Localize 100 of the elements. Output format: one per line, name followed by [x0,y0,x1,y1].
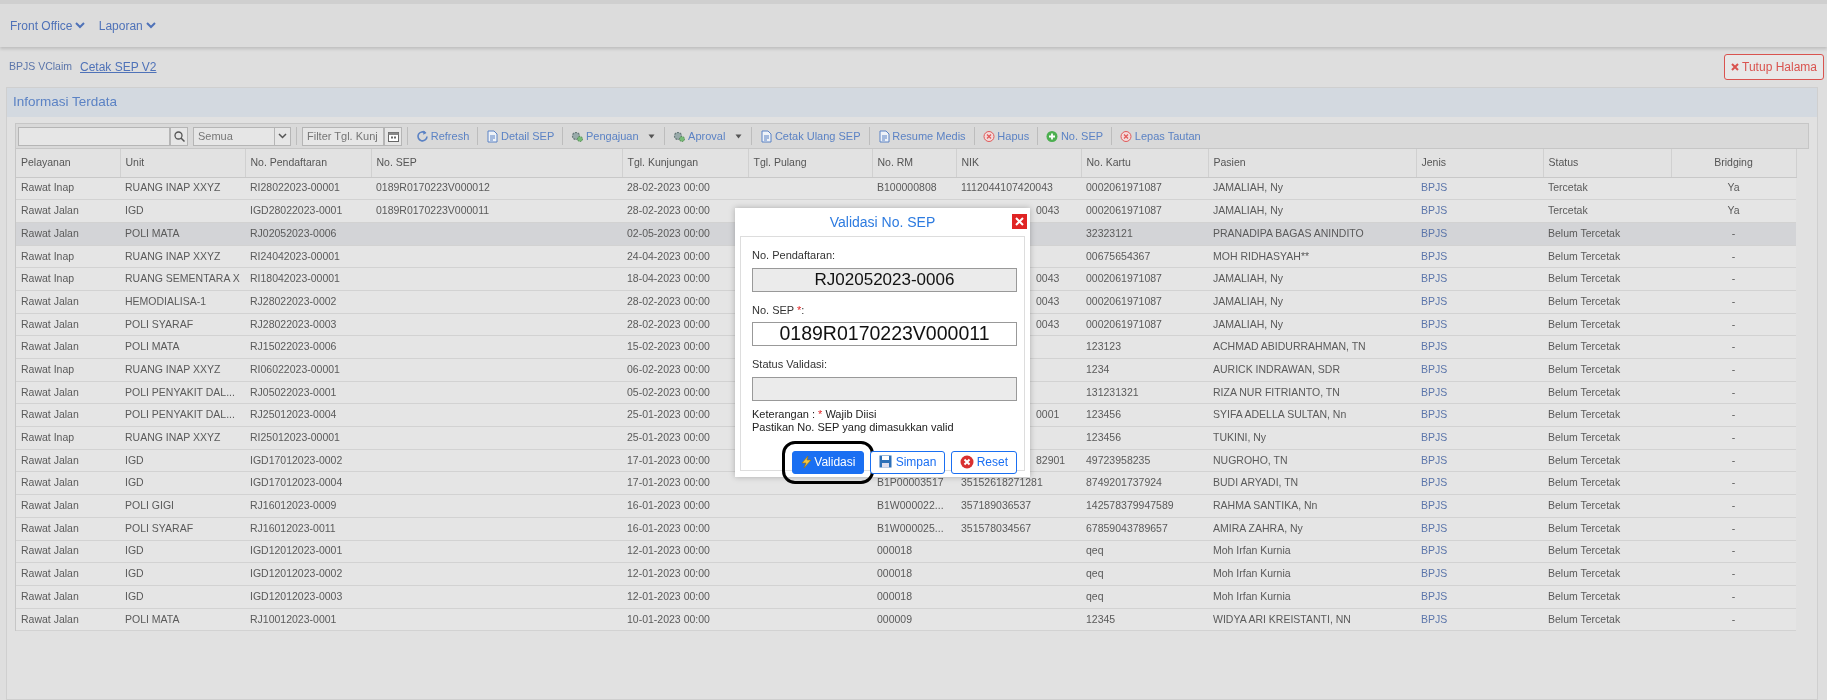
filter-dropdown[interactable]: Semua [193,126,291,146]
input-field[interactable]: 0189R0170223V000011 [752,322,1017,346]
note-text: Pastikan No. SEP yang dimasukkan valid [752,420,955,434]
close-page-button[interactable]: Tutup Halama [1724,54,1824,80]
table-cell: POLI PENYAKIT DAL... [120,403,245,427]
table-cell: RUANG INAP XXYZ [120,177,245,200]
tab[interactable]: Cetak SEP V2 [76,58,161,76]
table-cell: Belum Tercetak [1543,494,1671,518]
table-cell: 357189036537 [956,494,1081,518]
table-cell: RI24042023-00001 [245,245,371,268]
table-cell: IGD [120,471,245,495]
column-header[interactable]: Tgl. Kunjungan [622,149,748,177]
dialog-button[interactable]: Reset [950,450,1017,474]
chevron-down-icon [278,133,287,139]
table-cell: RUANG INAP XXYZ [120,358,245,382]
table-cell: Rawat Inap [16,358,120,382]
table-cell: IGD12012023-0002 [245,562,371,586]
table-row[interactable]: Rawat Jalan IGD IGD12012023-0001 12-01-2023 00:00 000018 qeq Moh Irfan Kurnia BPJS Belum Tercetak - [16,540,1796,563]
lightning-icon [800,456,812,468]
table-cell: Moh Irfan Kurnia [1208,562,1416,586]
table-cell: BPJS [1416,471,1543,495]
table-cell: BPJS [1416,199,1543,223]
table-cell: IGD [120,199,245,223]
table-cell: 32323121 [1081,222,1208,246]
dialog-button[interactable]: Simpan [869,450,946,474]
table-cell: Ya [1671,199,1796,223]
table-cell: 123123 [1081,335,1208,359]
calendar-button[interactable] [384,126,402,146]
table-cell: RJ10012023-0001 [245,608,371,631]
table-cell: - [1671,449,1796,472]
table-cell: Belum Tercetak [1543,540,1671,563]
table-cell: BUDI ARYADI, TN [1208,471,1416,495]
table-cell: Rawat Jalan [16,540,120,563]
table-cell: Belum Tercetak [1543,608,1671,631]
table-cell: - [1671,608,1796,631]
table-cell: Belum Tercetak [1543,267,1671,291]
table-cell: Rawat Jalan [16,471,120,495]
table-row[interactable]: Rawat Jalan POLI GIGI RJ16012023-0009 16-01-2023 00:00 B1W000022... 357189036537 142578379947589 RAHMA SANTIKA, Nn BPJS Belum Tercetak - [16,494,1796,518]
table-cell: 351578034567 [956,517,1081,540]
table-cell: RAHMA SANTIKA, Nn [1208,494,1416,518]
table-cell: - [1671,381,1796,404]
column-header[interactable]: Bridging [1671,149,1796,177]
table-cell: 131231321 [1081,381,1208,404]
close-button[interactable] [1012,214,1027,229]
tab[interactable]: BPJS VClaim [5,59,76,75]
panel-title: Informasi Terdata [13,93,118,112]
menu-item[interactable]: Front Office [8,16,92,35]
table-cell: BPJS [1416,335,1543,359]
column-header[interactable]: No. RM [872,149,956,177]
table-cell: Belum Tercetak [1543,313,1671,336]
table-cell: - [1671,222,1796,246]
table-cell: Moh Irfan Kurnia [1208,540,1416,563]
menu-item[interactable]: Laporan [96,16,162,35]
table-cell: B100000808 [872,177,956,200]
chevron-down-icon [145,22,156,29]
table-cell: BPJS [1416,494,1543,518]
table-cell: 10-01-2023 00:00 [622,608,748,631]
column-header[interactable]: Tgl. Pulang [748,149,872,177]
column-header[interactable]: Jenis [1416,149,1543,177]
table-row[interactable]: Rawat Jalan IGD IGD12012023-0003 12-01-2023 00:00 000018 qeq Moh Irfan Kurnia BPJS Belum Tercetak - [16,585,1796,609]
delete-icon [1120,129,1133,143]
column-header[interactable]: NIK [956,149,1081,177]
table-cell: - [1671,540,1796,563]
column-header[interactable]: Status [1543,149,1671,177]
search-button[interactable] [170,126,188,146]
column-header[interactable]: No. Kartu [1081,149,1208,177]
table-cell: - [1671,471,1796,495]
table-cell: Ya [1671,177,1796,200]
table-row[interactable]: Rawat Jalan IGD IGD12012023-0002 12-01-2023 00:00 000018 qeq Moh Irfan Kurnia BPJS Belum Tercetak - [16,562,1796,586]
table-cell: Belum Tercetak [1543,222,1671,246]
table-cell: JAMALIAH, Ny [1208,199,1416,223]
table-cell: Belum Tercetak [1543,585,1671,609]
table-cell: Rawat Jalan [16,335,120,359]
table-cell: 0189R0170223V000012 [371,177,622,200]
table-cell: 49723958235 [1081,449,1208,472]
column-header[interactable]: Pasien [1208,149,1416,177]
table-cell: JAMALIAH, Ny [1208,313,1416,336]
table-cell: BPJS [1416,313,1543,336]
column-header[interactable]: No. Pendaftaran [245,149,371,177]
table-cell: 8749201737924 [1081,471,1208,495]
table-row[interactable]: Rawat Jalan POLI MATA RJ10012023-0001 10-01-2023 00:00 000009 12345 WIDYA ARI KREISTANTI, NN BPJS Belum Tercetak - [16,608,1796,631]
column-header[interactable]: No. SEP [371,149,622,177]
refresh-icon [416,129,428,143]
table-row[interactable]: Rawat Inap RUANG INAP XXYZ RI28022023-00001 0189R0170223V000012 28-02-2023 00:00 B100000808 1112044107420043 0002061971087 JAMALIAH, Ny BPJS Tercetak Ya [16,177,1796,200]
table-cell: RJ16012023-0009 [245,494,371,518]
date-field[interactable]: Filter Tgl. Kunj [302,126,384,146]
table-cell: 12-01-2023 00:00 [622,585,748,609]
column-header[interactable]: Unit [120,149,245,177]
search-field[interactable] [18,126,170,146]
table-cell: 12-01-2023 00:00 [622,540,748,563]
caret-icon [734,133,744,139]
table-cell: IGD [120,449,245,472]
table-cell: AMIRA ZAHRA, Ny [1208,517,1416,540]
chevron-down-icon [75,22,86,29]
table-cell: 1112044107420043 [956,177,1081,200]
table-row[interactable]: Rawat Jalan POLI SYARAF RJ16012023-0011 16-01-2023 00:00 B1W000025... 351578034567 67859043789657 AMIRA ZAHRA, Ny BPJS Belum Tercetak - [16,517,1796,540]
table-cell: - [1671,335,1796,359]
table-cell: 000018 [872,540,956,563]
table-cell: POLI GIGI [120,494,245,518]
column-header[interactable]: Pelayanan [16,149,120,177]
